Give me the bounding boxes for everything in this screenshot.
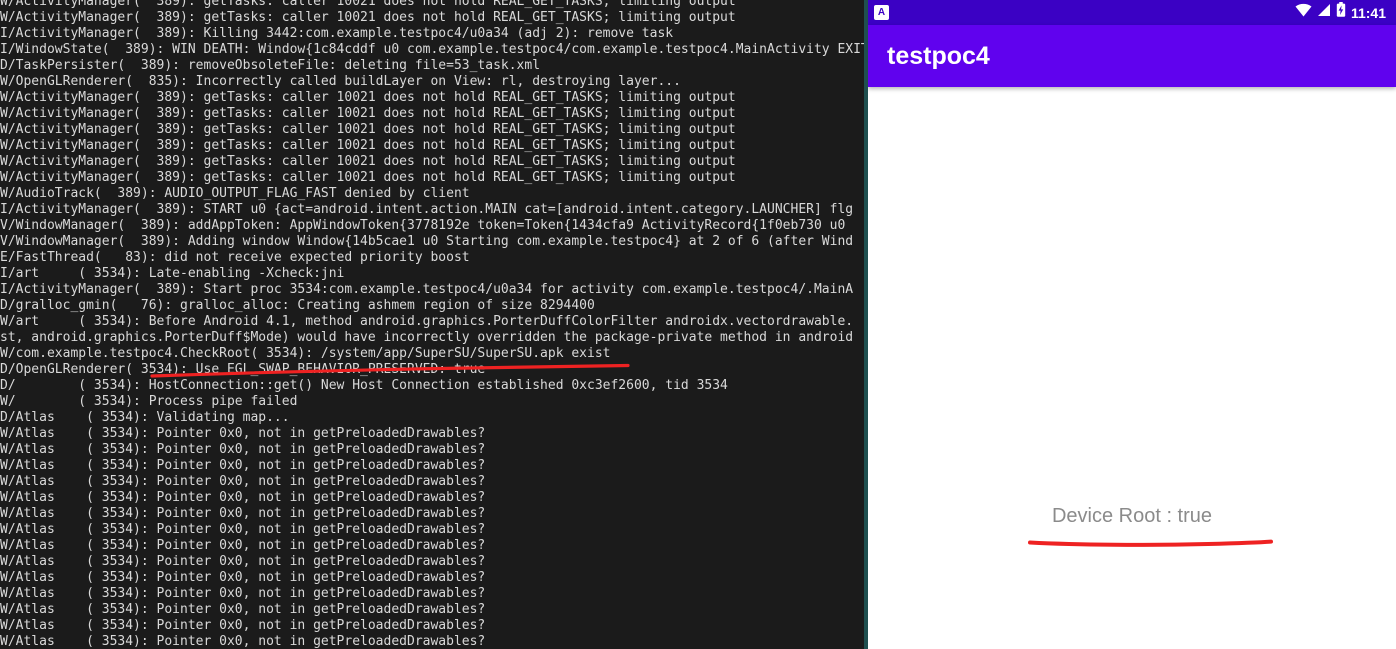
logcat-line: V/WindowManager( 389): Adding window Win…: [0, 234, 854, 249]
logcat-line: W/OpenGLRenderer( 835): Incorrectly call…: [0, 74, 681, 89]
logcat-line: W/Atlas ( 3534): Pointer 0x0, not in get…: [0, 586, 486, 601]
logcat-line: W/Atlas ( 3534): Pointer 0x0, not in get…: [0, 506, 486, 521]
device-root-red-underline-annotation: [1028, 539, 1273, 547]
logcat-line: I/art ( 3534): Late-enabling -Xcheck:jni: [0, 266, 345, 281]
logcat-line: D/Atlas ( 3534): Validating map...: [0, 410, 290, 425]
app-content-area: Device Root : true: [868, 87, 1396, 649]
app-bar: testpoc4: [868, 25, 1396, 87]
app-bar-title: testpoc4: [887, 41, 990, 70]
logcat-line: D/TaskPersister( 389): removeObsoleteFil…: [0, 58, 541, 73]
logcat-line: W/Atlas ( 3534): Pointer 0x0, not in get…: [0, 458, 486, 473]
logcat-line: I/ActivityManager( 389): Killing 3442:co…: [0, 26, 674, 41]
logcat-line: W/Atlas ( 3534): Pointer 0x0, not in get…: [0, 490, 486, 505]
logcat-line: W/ActivityManager( 389): getTasks: calle…: [0, 106, 736, 121]
logcat-line: W/Atlas ( 3534): Pointer 0x0, not in get…: [0, 442, 486, 457]
wifi-icon: [1295, 3, 1312, 22]
logcat-line-list: W/ActivityManager( 389): getTasks: calle…: [0, 0, 864, 649]
logcat-panel[interactable]: W/ActivityManager( 389): getTasks: calle…: [0, 0, 868, 649]
status-bar-notifications: A: [874, 5, 889, 20]
logcat-line: W/ActivityManager( 389): getTasks: calle…: [0, 10, 736, 25]
logcat-line: W/Atlas ( 3534): Pointer 0x0, not in get…: [0, 538, 486, 553]
screenshot-root: W/ActivityManager( 389): getTasks: calle…: [0, 0, 1396, 649]
logcat-line: W/art ( 3534): Before Android 4.1, metho…: [0, 314, 854, 329]
logcat-line: W/Atlas ( 3534): Pointer 0x0, not in get…: [0, 522, 486, 537]
logcat-line: W/ActivityManager( 389): getTasks: calle…: [0, 90, 736, 105]
android-studio-notification-icon: A: [874, 5, 889, 20]
logcat-line: W/ActivityManager( 389): getTasks: calle…: [0, 122, 736, 137]
logcat-line: E/FastThread( 83): did not receive expec…: [0, 250, 470, 265]
logcat-line: D/OpenGLRenderer( 3534): Use EGL_SWAP_BE…: [0, 362, 486, 377]
logcat-line: W/Atlas ( 3534): Pointer 0x0, not in get…: [0, 602, 486, 617]
android-status-bar: A 11:41: [868, 0, 1396, 25]
android-device-panel: A 11:41 testpoc4 Device Root: true: [868, 0, 1396, 649]
logcat-line: D/gralloc_gmin( 76): gralloc_alloc: Crea…: [0, 298, 595, 313]
logcat-line: W/Atlas ( 3534): Pointer 0x0, not in get…: [0, 570, 486, 585]
logcat-line: W/Atlas ( 3534): Pointer 0x0, not in get…: [0, 426, 486, 441]
device-root-result-text: Device Root : true: [1051, 505, 1213, 527]
status-bar-clock: 11:41: [1350, 4, 1386, 21]
logcat-line: W/Atlas ( 3534): Pointer 0x0, not in get…: [0, 474, 486, 489]
logcat-line: W/ ( 3534): Process pipe failed: [0, 394, 298, 409]
logcat-line: W/Atlas ( 3534): Pointer 0x0, not in get…: [0, 618, 486, 633]
logcat-line: D/ ( 3534): HostConnection::get() New Ho…: [0, 378, 728, 393]
logcat-line: W/ActivityManager( 389): getTasks: calle…: [0, 154, 736, 169]
logcat-line: W/Atlas ( 3534): Pointer 0x0, not in get…: [0, 634, 486, 649]
logcat-line: I/WindowState( 389): WIN DEATH: Window{1…: [0, 42, 864, 57]
logcat-line: W/ActivityManager( 389): getTasks: calle…: [0, 138, 736, 153]
logcat-line: I/ActivityManager( 389): Start proc 3534…: [0, 282, 854, 297]
battery-charging-icon: [1336, 2, 1346, 23]
cell-signal-icon: [1317, 3, 1331, 22]
logcat-line: W/com.example.testpoc4.CheckRoot( 3534):…: [0, 346, 611, 361]
logcat-line: W/ActivityManager( 389): getTasks: calle…: [0, 0, 736, 9]
logcat-line: W/Atlas ( 3534): Pointer 0x0, not in get…: [0, 554, 486, 569]
status-bar-system-icons: 11:41: [1295, 2, 1386, 23]
logcat-line: W/AudioTrack( 389): AUDIO_OUTPUT_FLAG_FA…: [0, 186, 470, 201]
logcat-line: I/ActivityManager( 389): START u0 {act=a…: [0, 202, 854, 217]
logcat-line: W/ActivityManager( 389): getTasks: calle…: [0, 170, 736, 185]
logcat-line: V/WindowManager( 389): addAppToken: AppW…: [0, 218, 854, 233]
logcat-line: st, android.graphics.PorterDuff$Mode) wo…: [0, 330, 854, 345]
